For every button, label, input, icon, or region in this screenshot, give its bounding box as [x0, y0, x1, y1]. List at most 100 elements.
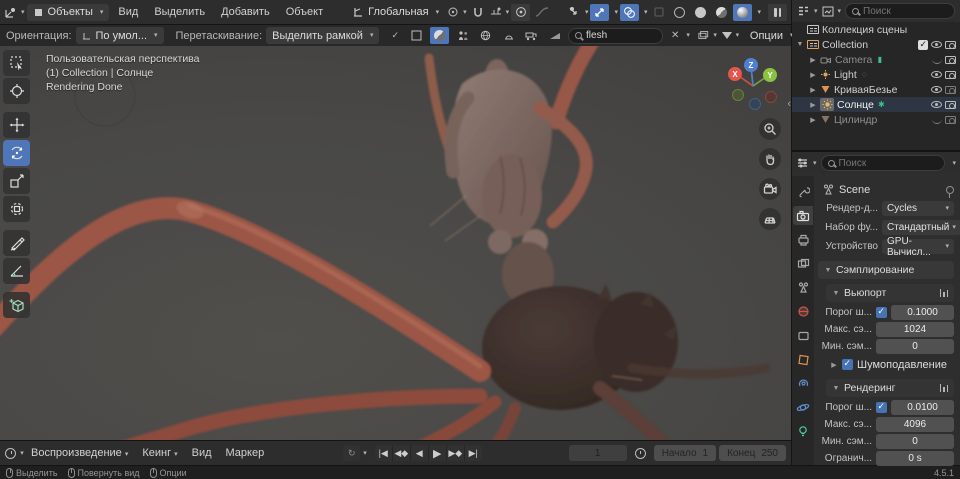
outliner-item-sun[interactable]: ▶ Солнце ✱ [792, 97, 960, 112]
tool-annotate[interactable] [3, 230, 30, 256]
outliner-search-field[interactable] [845, 3, 955, 19]
noise-threshold-field[interactable]: 0.1000 [891, 305, 954, 320]
chevron-collapsed-icon[interactable]: ▶ [809, 116, 817, 124]
menu-timeline-view[interactable]: Вид [185, 447, 219, 459]
chevron-down-icon[interactable]: ▾ [952, 160, 956, 167]
eye-closed-icon[interactable] [932, 119, 942, 124]
collection-row[interactable]: ▼ Collection [792, 37, 960, 52]
tab-collection-props[interactable] [793, 326, 813, 345]
next-keyframe-button[interactable]: ▶◆ [446, 445, 464, 461]
tool-transform[interactable] [3, 196, 30, 222]
render-visibility-icon[interactable] [945, 100, 956, 109]
shading-wireframe-button[interactable] [670, 4, 689, 21]
menu-playback[interactable]: Воспроизведение ▾ [24, 447, 135, 459]
render-noise-threshold-checkbox[interactable] [876, 401, 887, 413]
close-icon[interactable]: ✕ [671, 30, 679, 41]
presets-icon[interactable] [939, 289, 948, 297]
proportional-edit-button[interactable] [511, 3, 531, 21]
eye-open-icon[interactable] [931, 101, 942, 108]
render-max-samples-field[interactable]: 4096 [876, 417, 954, 432]
time-limit-field[interactable]: 0 s [876, 451, 954, 466]
brush-search-field[interactable] [568, 27, 664, 44]
proportional-falloff-dropdown[interactable] [532, 4, 551, 21]
outliner-editor-button[interactable]: ▾ [797, 3, 818, 20]
axis-y-ball[interactable]: Y [763, 68, 777, 82]
max-samples-field[interactable]: 1024 [876, 322, 954, 337]
chevron-down-icon[interactable]: ▾ [363, 450, 367, 457]
eye-open-icon[interactable] [931, 41, 942, 48]
outliner-item-curve[interactable]: ▶ КриваяБезье [792, 82, 960, 97]
chevron-collapsed-icon[interactable]: ▶ [809, 101, 817, 109]
header-checkmark-icon[interactable]: ✓ [391, 30, 399, 41]
render-visibility-icon[interactable] [945, 40, 956, 49]
shading-solid-button[interactable] [691, 4, 710, 21]
viewport-subsection-header[interactable]: ▼ Вьюпорт [826, 284, 954, 302]
outliner-search-input[interactable] [863, 5, 924, 17]
scene-collection-row[interactable]: Коллекция сцены [792, 22, 960, 37]
xray-toggle-button[interactable] [649, 4, 668, 21]
tool-add-primitive[interactable] [3, 292, 30, 318]
pin-icon[interactable] [946, 185, 954, 198]
render-visibility-icon[interactable] [945, 70, 956, 79]
tool-scale[interactable] [3, 168, 30, 194]
render-visibility-icon[interactable] [945, 85, 956, 94]
tab-scene[interactable] [793, 278, 813, 297]
axis-neg-z-ball[interactable] [749, 98, 761, 110]
outliner-item-cylinder[interactable]: ▶ Цилиндр [792, 112, 960, 127]
sampling-section-header[interactable]: ▼ Сэмплирование [818, 261, 954, 279]
slot-ramp-button[interactable] [545, 27, 564, 44]
min-samples-field[interactable]: 0 [876, 339, 954, 354]
slot-clay-button[interactable] [499, 27, 518, 44]
tool-select-box[interactable] [3, 50, 30, 76]
tab-physics[interactable] [793, 398, 813, 417]
chevron-down-icon[interactable]: ▾ [644, 9, 648, 16]
tool-cursor[interactable] [3, 78, 30, 104]
camera-view-button[interactable] [759, 178, 781, 200]
timeline-editor-button[interactable]: ▾ [5, 445, 24, 462]
gizmos-toggle-button[interactable] [590, 3, 610, 21]
prev-keyframe-button[interactable]: ◀◆ [392, 445, 410, 461]
frame-start-field[interactable]: Начало 1 [653, 445, 717, 461]
axis-z-ball[interactable]: Z [744, 58, 758, 72]
presets-icon[interactable] [939, 384, 948, 392]
render-min-samples-field[interactable]: 0 [876, 434, 954, 449]
pan-button[interactable] [759, 148, 781, 170]
chevron-collapsed-icon[interactable]: ▶ [809, 86, 817, 94]
axis-x-ball[interactable]: X [728, 67, 742, 81]
zoom-button[interactable] [759, 118, 781, 140]
render-subsection-header[interactable]: ▼ Рендеринг [826, 379, 954, 397]
slot-image-button[interactable] [407, 27, 426, 44]
slot-globe-button[interactable] [476, 27, 495, 44]
current-frame-field[interactable]: 1 [568, 445, 627, 461]
chevron-expanded-icon[interactable]: ▼ [796, 41, 804, 48]
feature-set-dropdown[interactable]: Стандартный ▾ [882, 220, 960, 235]
mode-dropdown[interactable]: Объекты ▾ [26, 3, 110, 21]
editor-type-button[interactable]: ▾ [4, 4, 25, 21]
chevron-down-icon[interactable]: ▾ [614, 9, 618, 16]
properties-editor-button[interactable]: ▾ [796, 155, 817, 172]
device-dropdown[interactable]: GPU-Вычисл... ▾ [882, 236, 954, 258]
chevron-down-icon[interactable]: ▾ [757, 9, 761, 16]
chevron-collapsed-icon[interactable]: ▶ [809, 71, 817, 79]
denoise-checkbox[interactable] [842, 358, 853, 370]
overlays-toggle-button[interactable] [619, 3, 639, 21]
pivot-point-dropdown[interactable]: ▾ [447, 4, 467, 21]
search-input[interactable] [586, 30, 657, 41]
render-pause-button[interactable] [768, 3, 787, 21]
collection-checkbox[interactable] [918, 39, 928, 50]
axis-neg-y-ball[interactable] [732, 89, 744, 101]
outliner-item-camera[interactable]: ▶ Camera ▮ [792, 52, 960, 67]
render-visibility-icon[interactable] [945, 115, 956, 124]
menu-marker[interactable]: Маркер [219, 447, 272, 459]
outliner-item-light[interactable]: ▶ Light ◌ [792, 67, 960, 82]
orientation-default-dropdown[interactable]: По умол... ▾ [75, 27, 164, 44]
outliner-display-mode-button[interactable]: ▾ [822, 3, 841, 20]
jump-end-button[interactable]: ▶| [464, 445, 482, 461]
ortho-toggle-button[interactable] [759, 208, 781, 230]
snap-toggle-button[interactable] [469, 4, 488, 21]
chevron-collapsed-icon[interactable]: ▶ [809, 56, 817, 64]
eye-open-icon[interactable] [931, 86, 942, 93]
tool-measure[interactable] [3, 258, 30, 284]
tab-render[interactable] [793, 206, 813, 225]
menu-add[interactable]: Добавить [214, 6, 277, 18]
